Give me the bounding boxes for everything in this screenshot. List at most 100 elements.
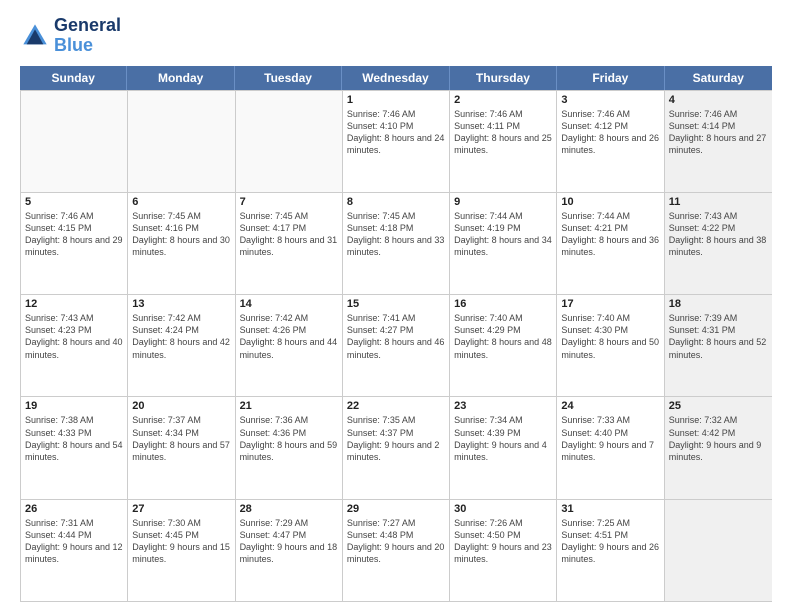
cell-info: Sunrise: 7:46 AM Sunset: 4:12 PM Dayligh…	[561, 108, 659, 157]
day-number: 17	[561, 298, 659, 310]
calendar-cell-10: 10Sunrise: 7:44 AM Sunset: 4:21 PM Dayli…	[557, 193, 664, 294]
calendar-cell-2: 2Sunrise: 7:46 AM Sunset: 4:11 PM Daylig…	[450, 91, 557, 192]
calendar-cell-empty	[21, 91, 128, 192]
calendar-cell-22: 22Sunrise: 7:35 AM Sunset: 4:37 PM Dayli…	[343, 397, 450, 498]
calendar-cell-1: 1 Sunrise: 7:46 AM Sunset: 4:10 PM Daylig…	[343, 91, 450, 192]
page: General Blue SundayMondayTuesdayWednesda…	[0, 0, 792, 612]
cell-info: Sunrise: 7:44 AM Sunset: 4:19 PM Dayligh…	[454, 210, 552, 259]
day-number: 30	[454, 503, 552, 515]
cell-info: Sunrise: 7:26 AM Sunset: 4:50 PM Dayligh…	[454, 517, 552, 566]
calendar-row-3: 19 Sunrise: 7:38 AM Sunset: 4:33 PM Dayli…	[21, 396, 772, 498]
day-number: 18	[669, 298, 768, 310]
day-number: 25	[669, 400, 768, 412]
day-number: 5	[25, 196, 123, 208]
weekday-header-saturday: Saturday	[665, 66, 772, 90]
cell-info: Sunrise: 7:46 AM Sunset: 4:11 PM Dayligh…	[454, 108, 552, 157]
day-number: 21	[240, 400, 338, 412]
day-number: 7	[240, 196, 338, 208]
calendar-row-4: 26 Sunrise: 7:31 AM Sunset: 4:44 PM Dayli…	[21, 499, 772, 601]
day-number: 15	[347, 298, 445, 310]
cell-info: Sunrise: 7:41 AM Sunset: 4:27 PM Dayligh…	[347, 312, 445, 361]
cell-info: Sunrise: 7:39 AM Sunset: 4:31 PM Dayligh…	[669, 312, 768, 361]
calendar-cell-9: 9Sunrise: 7:44 AM Sunset: 4:19 PM Daylig…	[450, 193, 557, 294]
day-number: 31	[561, 503, 659, 515]
cell-info: Sunrise: 7:29 AM Sunset: 4:47 PM Dayligh…	[240, 517, 338, 566]
cell-info: Sunrise: 7:33 AM Sunset: 4:40 PM Dayligh…	[561, 414, 659, 463]
calendar-cell-31: 31Sunrise: 7:25 AM Sunset: 4:51 PM Dayli…	[557, 500, 664, 601]
calendar-cell-23: 23Sunrise: 7:34 AM Sunset: 4:39 PM Dayli…	[450, 397, 557, 498]
cell-info: Sunrise: 7:46 AM Sunset: 4:15 PM Dayligh…	[25, 210, 123, 259]
day-number: 16	[454, 298, 552, 310]
weekday-header-tuesday: Tuesday	[235, 66, 342, 90]
calendar-cell-empty	[236, 91, 343, 192]
calendar-header: SundayMondayTuesdayWednesdayThursdayFrid…	[20, 66, 772, 90]
cell-info: Sunrise: 7:40 AM Sunset: 4:29 PM Dayligh…	[454, 312, 552, 361]
day-number: 28	[240, 503, 338, 515]
cell-info: Sunrise: 7:30 AM Sunset: 4:45 PM Dayligh…	[132, 517, 230, 566]
calendar-cell-18: 18 Sunrise: 7:39 AM Sunset: 4:31 PM Dayli…	[665, 295, 772, 396]
calendar-cell-7: 7 Sunrise: 7:45 AM Sunset: 4:17 PM Daylig…	[236, 193, 343, 294]
logo-text: General Blue	[54, 16, 121, 56]
day-number: 20	[132, 400, 230, 412]
cell-info: Sunrise: 7:34 AM Sunset: 4:39 PM Dayligh…	[454, 414, 552, 463]
day-number: 27	[132, 503, 230, 515]
cell-info: Sunrise: 7:43 AM Sunset: 4:22 PM Dayligh…	[669, 210, 768, 259]
calendar-cell-28: 28 Sunrise: 7:29 AM Sunset: 4:47 PM Dayli…	[236, 500, 343, 601]
cell-info: Sunrise: 7:46 AM Sunset: 4:10 PM Dayligh…	[347, 108, 445, 157]
calendar-cell-27: 27 Sunrise: 7:30 AM Sunset: 4:45 PM Dayli…	[128, 500, 235, 601]
day-number: 26	[25, 503, 123, 515]
cell-info: Sunrise: 7:46 AM Sunset: 4:14 PM Dayligh…	[669, 108, 768, 157]
cell-info: Sunrise: 7:42 AM Sunset: 4:26 PM Dayligh…	[240, 312, 338, 361]
day-number: 24	[561, 400, 659, 412]
day-number: 12	[25, 298, 123, 310]
calendar-cell-16: 16 Sunrise: 7:40 AM Sunset: 4:29 PM Dayli…	[450, 295, 557, 396]
calendar-row-2: 12Sunrise: 7:43 AM Sunset: 4:23 PM Dayli…	[21, 294, 772, 396]
calendar-cell-26: 26 Sunrise: 7:31 AM Sunset: 4:44 PM Dayli…	[21, 500, 128, 601]
calendar-cell-17: 17 Sunrise: 7:40 AM Sunset: 4:30 PM Dayli…	[557, 295, 664, 396]
calendar-cell-empty	[128, 91, 235, 192]
cell-info: Sunrise: 7:45 AM Sunset: 4:18 PM Dayligh…	[347, 210, 445, 259]
calendar-cell-21: 21 Sunrise: 7:36 AM Sunset: 4:36 PM Dayli…	[236, 397, 343, 498]
calendar-cell-30: 30 Sunrise: 7:26 AM Sunset: 4:50 PM Dayli…	[450, 500, 557, 601]
weekday-header-monday: Monday	[127, 66, 234, 90]
calendar-cell-19: 19 Sunrise: 7:38 AM Sunset: 4:33 PM Dayli…	[21, 397, 128, 498]
weekday-header-thursday: Thursday	[450, 66, 557, 90]
cell-info: Sunrise: 7:42 AM Sunset: 4:24 PM Dayligh…	[132, 312, 230, 361]
logo-icon	[20, 21, 50, 51]
calendar-cell-4: 4 Sunrise: 7:46 AM Sunset: 4:14 PM Daylig…	[665, 91, 772, 192]
weekday-header-sunday: Sunday	[20, 66, 127, 90]
day-number: 19	[25, 400, 123, 412]
day-number: 1	[347, 94, 445, 106]
cell-info: Sunrise: 7:45 AM Sunset: 4:16 PM Dayligh…	[132, 210, 230, 259]
day-number: 14	[240, 298, 338, 310]
cell-info: Sunrise: 7:27 AM Sunset: 4:48 PM Dayligh…	[347, 517, 445, 566]
calendar: SundayMondayTuesdayWednesdayThursdayFrid…	[20, 66, 772, 602]
calendar-cell-14: 14 Sunrise: 7:42 AM Sunset: 4:26 PM Dayli…	[236, 295, 343, 396]
calendar-cell-20: 20Sunrise: 7:37 AM Sunset: 4:34 PM Dayli…	[128, 397, 235, 498]
day-number: 3	[561, 94, 659, 106]
cell-info: Sunrise: 7:40 AM Sunset: 4:30 PM Dayligh…	[561, 312, 659, 361]
calendar-cell-8: 8 Sunrise: 7:45 AM Sunset: 4:18 PM Daylig…	[343, 193, 450, 294]
day-number: 8	[347, 196, 445, 208]
calendar-cell-15: 15 Sunrise: 7:41 AM Sunset: 4:27 PM Dayli…	[343, 295, 450, 396]
day-number: 4	[669, 94, 768, 106]
weekday-header-wednesday: Wednesday	[342, 66, 449, 90]
calendar-cell-5: 5 Sunrise: 7:46 AM Sunset: 4:15 PM Daylig…	[21, 193, 128, 294]
cell-info: Sunrise: 7:38 AM Sunset: 4:33 PM Dayligh…	[25, 414, 123, 463]
calendar-cell-24: 24 Sunrise: 7:33 AM Sunset: 4:40 PM Dayli…	[557, 397, 664, 498]
cell-info: Sunrise: 7:31 AM Sunset: 4:44 PM Dayligh…	[25, 517, 123, 566]
day-number: 13	[132, 298, 230, 310]
cell-info: Sunrise: 7:36 AM Sunset: 4:36 PM Dayligh…	[240, 414, 338, 463]
calendar-cell-13: 13 Sunrise: 7:42 AM Sunset: 4:24 PM Dayli…	[128, 295, 235, 396]
calendar-cell-25: 25Sunrise: 7:32 AM Sunset: 4:42 PM Dayli…	[665, 397, 772, 498]
weekday-header-friday: Friday	[557, 66, 664, 90]
calendar-cell-29: 29Sunrise: 7:27 AM Sunset: 4:48 PM Dayli…	[343, 500, 450, 601]
header: General Blue	[20, 16, 772, 56]
calendar-cell-3: 3 Sunrise: 7:46 AM Sunset: 4:12 PM Daylig…	[557, 91, 664, 192]
day-number: 11	[669, 196, 768, 208]
day-number: 6	[132, 196, 230, 208]
cell-info: Sunrise: 7:45 AM Sunset: 4:17 PM Dayligh…	[240, 210, 338, 259]
day-number: 10	[561, 196, 659, 208]
calendar-row-1: 5 Sunrise: 7:46 AM Sunset: 4:15 PM Daylig…	[21, 192, 772, 294]
calendar-body: 1 Sunrise: 7:46 AM Sunset: 4:10 PM Daylig…	[20, 90, 772, 602]
